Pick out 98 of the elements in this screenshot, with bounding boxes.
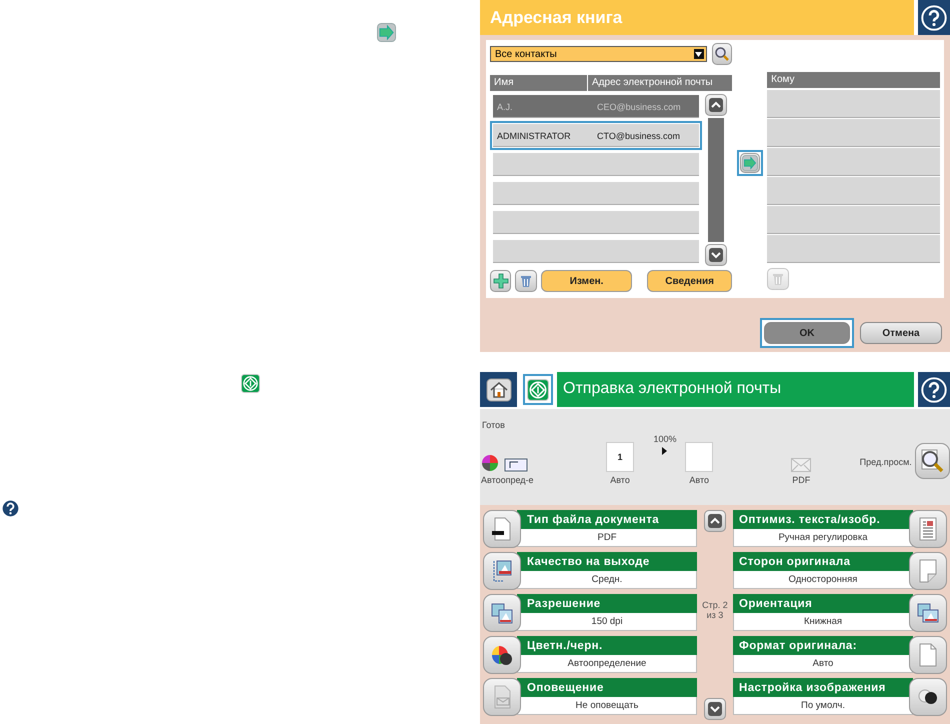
text-page-icon [917,517,939,541]
search-icon [714,46,730,62]
empty-recipient-row[interactable] [767,148,940,176]
help-button[interactable] [918,0,950,35]
setting-title: Ориентация [733,594,913,613]
arrow-icon [377,23,396,42]
setting-title: Цветн./черн. [517,636,697,655]
empty-recipient-row[interactable] [767,235,940,263]
chevron-up-icon [708,514,722,528]
empty-contact-row[interactable] [493,182,699,205]
help-icon [921,376,947,402]
setting-value: Односторонняя [733,571,913,589]
page-down-button[interactable] [704,698,726,720]
setting-value: 150 dpi [517,613,697,631]
dropdown-arrow-icon [694,49,704,59]
source-size-label: Авто [610,475,630,485]
scale-text: 100% [653,434,676,444]
empty-recipient-row[interactable] [767,90,940,118]
envelope-icon [791,458,812,472]
edit-button[interactable]: Измен. [540,270,632,292]
page-up-button[interactable] [704,510,726,532]
chevron-up-icon [709,98,723,112]
pictures-icon [491,601,513,625]
ok-button[interactable]: OK [760,318,854,348]
empty-recipient-row[interactable] [767,177,940,205]
help-icon [921,4,947,30]
contact-email: CEO@business.com [597,102,681,112]
arrow-right-icon [662,447,668,455]
setting-value: Средн. [517,571,697,589]
output-size-label: Авто [689,475,710,485]
setting-title: Настройка изображения [733,678,913,697]
page-indicator: Стр. 2 из 3 [702,600,728,620]
search-button[interactable] [712,43,732,65]
setting-value: Ручная регулировка [733,529,913,547]
setting-value: PDF [517,529,697,547]
chevron-down-icon [708,702,722,716]
chevron-down-icon [709,248,723,262]
add-button[interactable] [490,270,512,292]
setting-value: Не оповещать [517,697,697,715]
help-icon [1,499,20,518]
start-button[interactable] [523,374,553,405]
page-number: 1 [606,442,634,472]
remove-recipient-button[interactable] [767,268,790,290]
setting-title: Разрешение [517,594,697,613]
home-button[interactable] [480,372,517,407]
start-icon [241,374,260,393]
setting-value: Книжная [733,613,913,631]
color-page-icon [481,454,529,472]
status-text: Готов [482,420,505,430]
column-header: Адрес электронной почты [588,75,732,91]
screen-title: Отправка электронной почты [557,372,914,407]
trash-icon [520,274,532,288]
scroll-down-button[interactable] [705,244,727,266]
help-button[interactable] [918,372,950,407]
start-icon [527,378,549,400]
contact-name: ADMINISTRATOR [496,130,572,140]
empty-contact-row[interactable] [493,211,699,234]
contacts-dropdown[interactable]: Все контакты [490,46,707,62]
page-icon [917,643,939,667]
page-corner-icon [917,559,939,583]
scrollbar-track[interactable] [708,118,724,242]
preview-label: Пред.просм. [860,457,912,467]
setting-title: Оптимиз. текста/изобр. [733,510,913,529]
setting-title: Сторон оригинала [733,552,913,571]
file-format-label: PDF [792,475,810,485]
contact-name: A.J. [496,102,514,112]
document-icon [491,517,513,541]
contact-email: CTO@business.com [597,130,680,140]
setting-title: Оповещение [517,678,697,697]
contact-row[interactable]: ADMINISTRATOR CTO@business.com [490,121,702,150]
dialog-title: Адресная книга [480,0,914,35]
output-page [685,442,714,472]
column-header: Имя [490,75,587,91]
color-mode-label: Автоопред-е [481,475,534,485]
color-mode-icon [491,643,513,667]
setting-value: Автоопределение [517,655,697,673]
home-icon [486,378,512,402]
empty-contact-row[interactable] [493,153,699,176]
details-button[interactable]: Сведения [647,270,732,292]
empty-recipient-row[interactable] [767,119,940,147]
plus-icon [492,273,509,289]
column-header: Кому [767,72,940,88]
setting-value: По умолч. [733,697,913,715]
setting-value: Авто [733,655,913,673]
delete-button[interactable] [515,270,537,292]
setting-title: Формат оригинала: [733,636,913,655]
empty-recipient-row[interactable] [767,206,940,234]
arrow-icon [742,155,758,171]
pictures-icon [917,601,939,625]
empty-contact-row[interactable] [493,240,699,263]
setting-title: Тип файла документа [517,510,697,529]
scroll-up-button[interactable] [705,94,727,116]
preview-button[interactable] [914,443,950,479]
add-recipient-button[interactable] [736,150,763,176]
magnifier-icon [919,448,946,474]
image-quality-icon [491,559,513,583]
setting-title: Качество на выходе [517,552,697,571]
trash-icon [772,272,784,286]
